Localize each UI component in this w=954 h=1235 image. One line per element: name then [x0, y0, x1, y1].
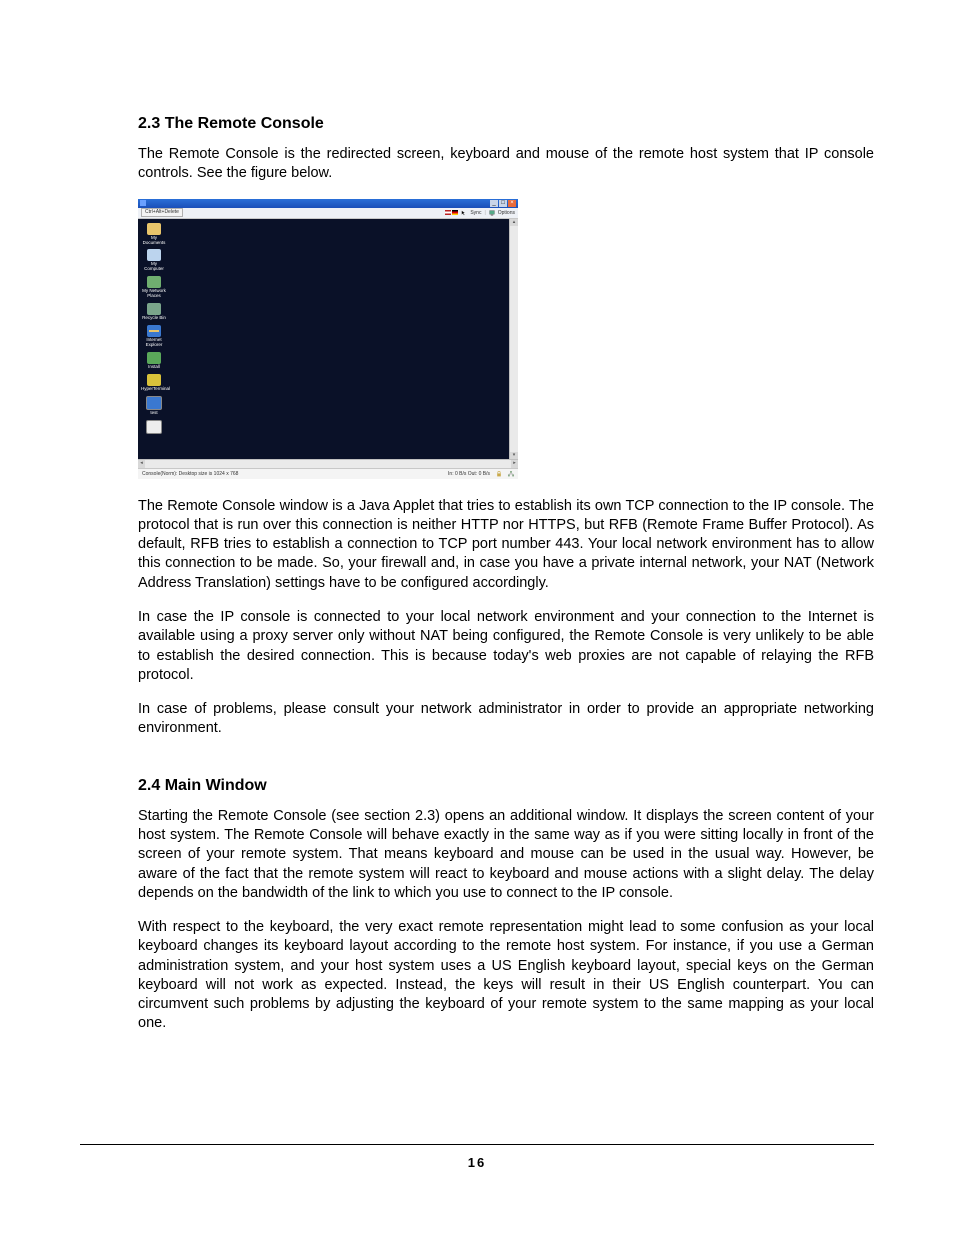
separator: | — [484, 210, 485, 216]
app-icon — [140, 200, 146, 206]
scroll-track[interactable] — [145, 460, 511, 468]
status-text-right: In: 0 B/s Out: 0 B/s — [448, 471, 490, 477]
pc-icon — [147, 249, 161, 261]
paragraph: In case the IP console is connected to y… — [138, 608, 874, 685]
icon-label: Recycle Bin — [141, 316, 167, 321]
footer-rule — [80, 1144, 874, 1145]
desktop-area[interactable]: My Documents My Computer My Network Places… — [138, 219, 509, 459]
window-titlebar: _ □ × — [138, 199, 518, 208]
options-label[interactable]: Options — [498, 210, 515, 216]
network-icon — [508, 471, 514, 477]
desktop-icon[interactable]: My Computer — [141, 249, 167, 272]
remote-console-figure: _ □ × Ctrl+Alt+Delete Sync | Options My … — [138, 199, 518, 479]
folder-icon — [147, 223, 161, 235]
flag-us-icon — [445, 210, 451, 215]
desktop-icon[interactable]: Internet Explorer — [141, 325, 167, 348]
cursor-icon — [461, 210, 467, 216]
icon-label: My Documents — [141, 236, 167, 246]
remote-desktop-view[interactable]: My Documents My Computer My Network Places… — [138, 219, 518, 459]
scroll-left-icon[interactable]: ◂ — [138, 460, 145, 468]
mon-icon — [146, 396, 162, 410]
vertical-scrollbar[interactable]: ▴ ▾ — [509, 219, 518, 459]
sync-label[interactable]: Sync — [470, 210, 481, 216]
ctrl-alt-del-button[interactable]: Ctrl+Alt+Delete — [141, 208, 183, 217]
flag-de-icon — [452, 210, 458, 215]
keyboard-flags[interactable] — [445, 210, 458, 215]
icon-label: My Computer — [141, 262, 167, 272]
section-heading-2-3: 2.3 The Remote Console — [138, 115, 874, 133]
section-heading-2-4: 2.4 Main Window — [138, 777, 874, 795]
paragraph: Starting the Remote Console (see section… — [138, 807, 874, 903]
desktop-icon[interactable]: Install — [141, 352, 167, 370]
desktop-icon[interactable]: Recycle Bin — [141, 303, 167, 321]
document-page: 2.3 The Remote Console The Remote Consol… — [0, 0, 954, 1235]
ie-icon — [147, 325, 161, 337]
icon-label: Install — [141, 365, 167, 370]
page-number: 16 — [0, 1155, 954, 1170]
desktop-icon[interactable]: HyperTerminal — [141, 374, 167, 392]
icon-label: HyperTerminal — [141, 387, 167, 392]
desktop-icon[interactable]: test — [141, 396, 167, 416]
round-icon — [147, 352, 161, 364]
paragraph: In case of problems, please consult your… — [138, 700, 874, 739]
console-toolbar: Ctrl+Alt+Delete Sync | Options — [138, 208, 518, 219]
maximize-icon[interactable]: □ — [499, 200, 507, 207]
bin-icon — [147, 303, 161, 315]
gear-icon — [147, 374, 161, 386]
horizontal-scrollbar[interactable]: ◂ ▸ — [138, 459, 518, 468]
doc-icon — [146, 420, 162, 434]
monitor-icon[interactable] — [489, 210, 495, 216]
desktop-icon[interactable]: My Documents — [141, 223, 167, 246]
status-text-left: Console(Norm): Desktop size is 1024 x 76… — [142, 471, 238, 477]
scroll-up-icon[interactable]: ▴ — [510, 219, 518, 226]
net-icon — [147, 276, 161, 288]
icon-label: My Network Places — [141, 289, 167, 299]
scroll-right-icon[interactable]: ▸ — [511, 460, 518, 468]
paragraph: The Remote Console window is a Java Appl… — [138, 497, 874, 593]
icon-label: test — [141, 411, 167, 416]
status-bar: Console(Norm): Desktop size is 1024 x 76… — [138, 468, 518, 479]
desktop-icon[interactable] — [141, 420, 167, 434]
paragraph: The Remote Console is the redirected scr… — [138, 145, 874, 184]
minimize-icon[interactable]: _ — [490, 200, 498, 207]
scroll-down-icon[interactable]: ▾ — [510, 452, 518, 459]
icon-label: Internet Explorer — [141, 338, 167, 348]
window-controls: _ □ × — [490, 200, 516, 207]
lock-icon — [496, 471, 502, 477]
close-icon[interactable]: × — [508, 200, 516, 207]
paragraph: With respect to the keyboard, the very e… — [138, 918, 874, 1034]
desktop-icon[interactable]: My Network Places — [141, 276, 167, 299]
